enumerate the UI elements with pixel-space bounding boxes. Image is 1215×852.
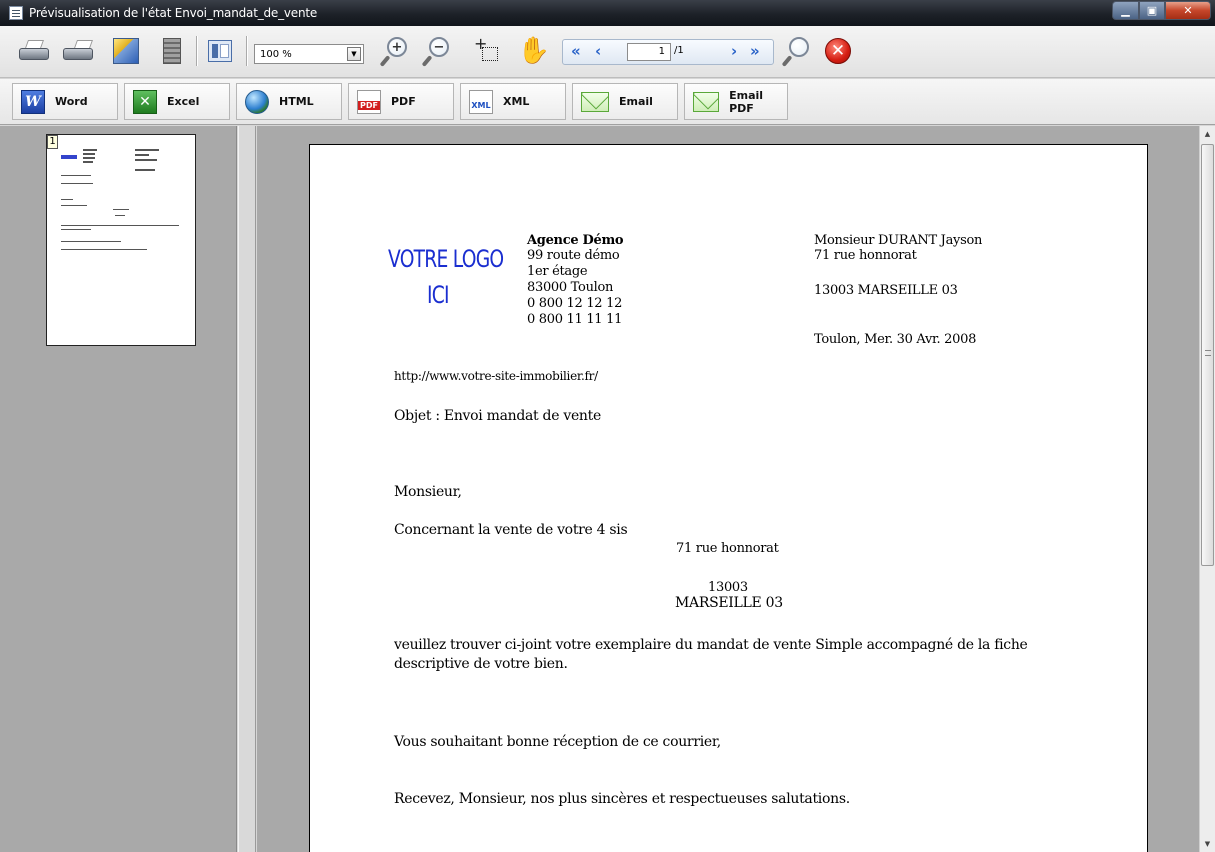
search-icon bbox=[781, 36, 811, 67]
export-pdf-button[interactable]: PDF PDF bbox=[348, 83, 454, 120]
agency-address-2: 1er étage bbox=[527, 264, 588, 279]
subject-line: Objet : Envoi mandat de vente bbox=[394, 408, 601, 424]
document-page: VOTRE LOGO ICI Agence Démo 99 route démo… bbox=[309, 144, 1148, 852]
pdf-icon: PDF bbox=[357, 89, 381, 114]
property-zip: 13003 bbox=[708, 580, 748, 595]
calculator-icon bbox=[163, 38, 181, 64]
export-html-label: HTML bbox=[279, 95, 314, 108]
minimize-icon: ▁ bbox=[1121, 4, 1130, 17]
scrollbar-thumb[interactable] bbox=[1201, 144, 1214, 566]
export-email-label: Email bbox=[619, 95, 653, 108]
property-city: MARSEILLE 03 bbox=[675, 595, 783, 611]
export-word-button[interactable]: W Word bbox=[12, 83, 118, 120]
search-button[interactable] bbox=[781, 35, 814, 67]
body-line-1: veuillez trouver ci-joint votre exemplai… bbox=[394, 637, 1028, 653]
agency-phone-2: 0 800 11 11 11 bbox=[527, 312, 623, 327]
export-email-button[interactable]: Email bbox=[572, 83, 678, 120]
date-line: Toulon, Mer. 30 Avr. 2008 bbox=[814, 332, 977, 347]
agency-address-1: 99 route démo bbox=[527, 248, 620, 263]
zoom-in-button[interactable]: + bbox=[379, 35, 412, 67]
closing-line-2: Recevez, Monsieur, nos plus sincères et … bbox=[394, 791, 850, 807]
page-setup-button[interactable] bbox=[110, 35, 142, 67]
pan-button[interactable]: ✋ bbox=[518, 35, 550, 67]
word-icon: W bbox=[21, 89, 45, 114]
logo-placeholder: VOTRE LOGO ICI bbox=[388, 241, 504, 313]
logo-line-2: ICI bbox=[427, 281, 450, 309]
thumbnail-view-button[interactable] bbox=[204, 35, 236, 67]
preview-area: VOTRE LOGO ICI Agence Démo 99 route démo… bbox=[257, 126, 1199, 852]
excel-icon: ✕ bbox=[133, 89, 157, 114]
export-excel-button[interactable]: ✕ Excel bbox=[124, 83, 230, 120]
document-icon bbox=[9, 6, 23, 20]
email-pdf-icon bbox=[693, 91, 720, 112]
body-line-2: descriptive de votre bien. bbox=[394, 656, 568, 672]
export-toolbar: W Word ✕ Excel HTML PDF PDF XML XML Emai… bbox=[0, 79, 1215, 125]
preview-toolbar: 100 % ▼ + − + ✋ « ‹ 1 /1 › » ✕ bbox=[0, 26, 1215, 78]
scroll-down-icon[interactable]: ▼ bbox=[1200, 836, 1215, 852]
page-setup-icon bbox=[113, 38, 139, 64]
export-excel-label: Excel bbox=[167, 95, 200, 108]
zoom-select[interactable]: 100 % ▼ bbox=[254, 44, 364, 64]
scroll-up-icon[interactable]: ▲ bbox=[1200, 126, 1215, 142]
calculator-button[interactable] bbox=[156, 35, 188, 67]
page-thumbnail[interactable] bbox=[46, 134, 196, 346]
print-setup-button[interactable] bbox=[62, 35, 94, 67]
export-html-button[interactable]: HTML bbox=[236, 83, 342, 120]
select-area-icon: + bbox=[472, 36, 500, 65]
chevron-down-icon[interactable]: ▼ bbox=[347, 47, 361, 61]
salutation: Monsieur, bbox=[394, 484, 462, 500]
title-bar: Prévisualisation de l'état Envoi_mandat_… bbox=[0, 0, 1215, 26]
close-preview-icon: ✕ bbox=[825, 38, 851, 64]
agency-name: Agence Démo bbox=[527, 233, 624, 248]
globe-icon bbox=[245, 89, 269, 114]
intro-line: Concernant la vente de votre 4 sis bbox=[394, 522, 628, 538]
export-xml-button[interactable]: XML XML bbox=[460, 83, 566, 120]
xml-icon: XML bbox=[469, 89, 493, 114]
thumbnail-view-icon bbox=[208, 40, 232, 62]
recipient-city: 13003 MARSEILLE 03 bbox=[814, 283, 958, 298]
export-word-label: Word bbox=[55, 95, 88, 108]
close-preview-button[interactable]: ✕ bbox=[822, 35, 854, 67]
zoom-out-button[interactable]: − bbox=[421, 35, 454, 67]
website-link[interactable]: http://www.votre-site-immobilier.fr/ bbox=[394, 369, 598, 385]
export-xml-label: XML bbox=[503, 95, 530, 108]
first-page-icon[interactable]: « bbox=[571, 42, 581, 60]
zoom-value: 100 % bbox=[260, 48, 292, 60]
close-window-button[interactable]: ✕ bbox=[1165, 1, 1211, 20]
last-page-icon[interactable]: » bbox=[750, 42, 760, 60]
previous-page-icon[interactable]: ‹ bbox=[595, 42, 601, 60]
logo-line-1: VOTRE LOGO bbox=[388, 245, 504, 273]
agency-phone-1: 0 800 12 12 12 bbox=[527, 296, 623, 311]
closing-line-1: Vous souhaitant bonne réception de ce co… bbox=[394, 734, 721, 750]
recipient-name: Monsieur DURANT Jayson bbox=[814, 233, 983, 248]
select-area-button[interactable]: + bbox=[470, 35, 502, 67]
panel-splitter[interactable] bbox=[238, 126, 256, 852]
agency-city: 83000 Toulon bbox=[527, 280, 614, 295]
print-button[interactable] bbox=[18, 35, 50, 67]
property-street: 71 rue honnorat bbox=[676, 541, 779, 556]
thumbnail-page-number: 1 bbox=[47, 135, 58, 149]
page-total: /1 bbox=[674, 45, 684, 56]
page-number-input[interactable]: 1 bbox=[627, 43, 671, 61]
printer-icon bbox=[19, 40, 49, 62]
window-controls: ▁ ▣ ✕ bbox=[1112, 1, 1211, 20]
export-pdf-label: PDF bbox=[391, 95, 416, 108]
minimize-button[interactable]: ▁ bbox=[1112, 1, 1139, 20]
envelope-icon bbox=[581, 91, 609, 112]
export-email-pdf-button[interactable]: Email PDF bbox=[684, 83, 788, 120]
maximize-icon: ▣ bbox=[1146, 4, 1158, 17]
printer-setup-icon bbox=[63, 40, 94, 62]
close-icon: ✕ bbox=[1183, 4, 1193, 17]
window-title: Prévisualisation de l'état Envoi_mandat_… bbox=[29, 6, 318, 20]
vertical-scrollbar[interactable]: ▲ ▼ bbox=[1199, 126, 1215, 852]
export-email-pdf-label: Email PDF bbox=[729, 88, 764, 115]
zoom-in-icon: + bbox=[379, 36, 409, 67]
zoom-out-icon: − bbox=[421, 36, 451, 67]
recipient-street: 71 rue honnorat bbox=[814, 248, 917, 263]
next-page-icon[interactable]: › bbox=[731, 42, 737, 60]
hand-pan-icon: ✋ bbox=[517, 36, 551, 66]
maximize-button[interactable]: ▣ bbox=[1139, 1, 1165, 20]
